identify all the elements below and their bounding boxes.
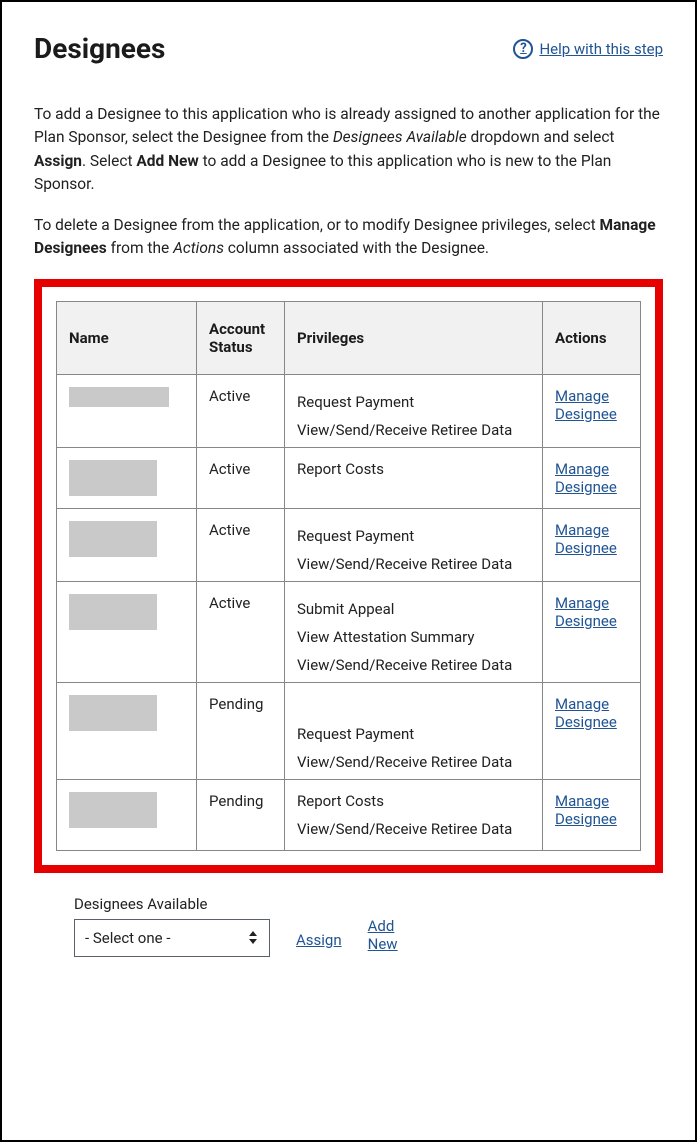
designees-available-select[interactable]: - Select one - — [74, 919, 270, 957]
manage-designee-link[interactable]: Manage Designee — [555, 387, 617, 423]
manage-designee-link[interactable]: Manage Designee — [555, 521, 617, 557]
page-header: Designees ? Help with this step — [34, 32, 663, 65]
table-row: Active Request Payment View/Send/Receive… — [57, 374, 641, 447]
redacted-name — [69, 792, 157, 828]
table-row: Active Submit Appeal View Attestation Su… — [57, 581, 641, 682]
table-highlight-box: Name Account Status Privileges Actions A… — [34, 279, 663, 873]
manage-designee-link[interactable]: Manage Designee — [555, 594, 617, 630]
help-link[interactable]: ? Help with this step — [513, 39, 663, 59]
manage-designee-link[interactable]: Manage Designee — [555, 695, 617, 731]
table-row: Active Request Payment View/Send/Receive… — [57, 508, 641, 581]
table-row: Active Report Costs Manage Designee — [57, 447, 641, 508]
col-header-status: Account Status — [197, 301, 285, 374]
cell-privileges: Submit Appeal View Attestation Summary V… — [285, 581, 543, 682]
cell-status: Active — [197, 508, 285, 581]
col-header-privileges: Privileges — [285, 301, 543, 374]
question-circle-icon: ? — [513, 39, 533, 59]
cell-status: Active — [197, 447, 285, 508]
designees-table: Name Account Status Privileges Actions A… — [56, 301, 641, 851]
assign-link[interactable]: Assign — [296, 931, 342, 957]
col-header-actions: Actions — [543, 301, 641, 374]
manage-designee-link[interactable]: Manage Designee — [555, 460, 617, 496]
table-row: Pending Report Costs View/Send/Receive R… — [57, 779, 641, 850]
page-container: Designees ? Help with this step To add a… — [0, 0, 697, 1142]
add-new-link[interactable]: Add New — [368, 917, 408, 957]
intro-paragraph-2: To delete a Designee from the applicatio… — [34, 214, 663, 261]
help-link-label: Help with this step — [539, 40, 663, 58]
cell-privileges: Report Costs View/Send/Receive Retiree D… — [285, 779, 543, 850]
intro-paragraph-1: To add a Designee to this application wh… — [34, 103, 663, 196]
cell-status: Active — [197, 374, 285, 447]
manage-designee-link[interactable]: Manage Designee — [555, 792, 617, 828]
table-header-row: Name Account Status Privileges Actions — [57, 301, 641, 374]
redacted-name — [69, 521, 157, 557]
cell-privileges: Request Payment View/Send/Receive Retire… — [285, 374, 543, 447]
select-label: Designees Available — [74, 895, 270, 913]
table-row: Pending Request Payment View/Send/Receiv… — [57, 682, 641, 779]
cell-privileges: Report Costs — [285, 447, 543, 508]
page-title: Designees — [34, 32, 165, 65]
cell-status: Pending — [197, 779, 285, 850]
cell-privileges: Request Payment View/Send/Receive Retire… — [285, 682, 543, 779]
col-header-name: Name — [57, 301, 197, 374]
cell-privileges: Request Payment View/Send/Receive Retire… — [285, 508, 543, 581]
select-value: - Select one - — [85, 929, 170, 947]
redacted-name — [69, 695, 157, 731]
cell-status: Pending — [197, 682, 285, 779]
redacted-name — [69, 594, 157, 630]
designees-available-group: Designees Available - Select one - — [74, 895, 270, 957]
redacted-name — [69, 460, 157, 496]
footer-controls: Designees Available - Select one - Assig… — [34, 895, 663, 957]
redacted-name — [69, 387, 169, 407]
cell-status: Active — [197, 581, 285, 682]
